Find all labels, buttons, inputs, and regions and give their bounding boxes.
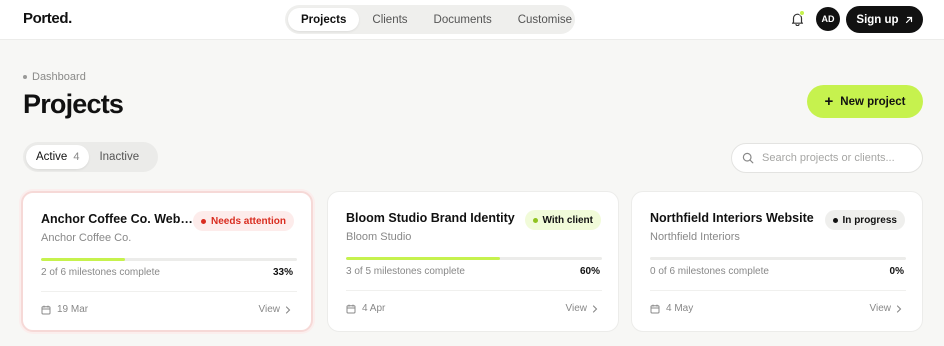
nav-tab-documents[interactable]: Documents [421, 8, 505, 31]
view-project-link[interactable]: View [870, 303, 903, 314]
project-date: 19 Mar [41, 304, 88, 315]
calendar-icon [346, 304, 356, 313]
sign-up-label: Sign up [856, 13, 899, 26]
status-badge: With client [524, 210, 601, 230]
project-card-anchor-coffee[interactable]: Anchor Coffee Co. Website Needs attentio… [21, 191, 313, 332]
progress-fill [346, 257, 500, 260]
project-date-label: 4 Apr [362, 303, 386, 314]
nav-tab-customise[interactable]: Customise [505, 8, 585, 31]
top-header: Ported. Projects Clients Documents Custo… [0, 0, 944, 40]
filter-active-count: 4 [73, 151, 80, 163]
status-dot-icon [532, 217, 538, 223]
progress-percent: 33% [272, 267, 293, 278]
calendar-icon [650, 304, 660, 313]
search-icon [742, 152, 754, 164]
project-title: Bloom Studio Brand Identity [346, 211, 515, 225]
progress-bar [41, 258, 297, 261]
filter-active-label: Active [36, 151, 68, 163]
nav-tab-clients[interactable]: Clients [359, 8, 420, 31]
chevron-right-icon [285, 305, 291, 314]
project-date-label: 19 Mar [57, 304, 89, 315]
project-title: Anchor Coffee Co. Website [41, 212, 196, 226]
nav-tab-projects[interactable]: Projects [288, 8, 360, 31]
chevron-right-icon [896, 304, 902, 313]
search-input[interactable] [762, 152, 912, 164]
plus-icon: + [824, 93, 834, 110]
breadcrumb-dot-icon [23, 75, 27, 79]
breadcrumb-label: Dashboard [32, 71, 86, 83]
status-dot-icon [200, 218, 206, 224]
project-title: Northfield Interiors Website [650, 211, 814, 225]
project-date: 4 Apr [346, 303, 385, 314]
view-label: View [869, 303, 892, 314]
logo[interactable]: Ported. [23, 10, 72, 27]
progress-bar [346, 257, 602, 260]
project-client: Anchor Coffee Co. [41, 232, 132, 244]
status-badge-label: Needs attention [210, 215, 286, 227]
status-dot-icon [832, 217, 838, 223]
status-badge-label: In progress [842, 214, 897, 226]
view-project-link[interactable]: View [566, 303, 599, 314]
page-title: Projects [23, 89, 124, 119]
progress-percent: 60% [579, 266, 600, 277]
user-avatar[interactable]: AD [816, 7, 840, 31]
new-project-button[interactable]: + New project [807, 85, 923, 118]
status-badge: Needs attention [192, 211, 294, 231]
card-divider [41, 291, 297, 292]
milestones-text: 2 of 6 milestones complete [41, 267, 160, 278]
status-badge-label: With client [542, 214, 593, 226]
view-label: View [565, 303, 588, 314]
project-card-bloom-studio[interactable]: Bloom Studio Brand Identity With client … [327, 191, 619, 332]
status-badge: In progress [824, 210, 905, 230]
filter-inactive[interactable]: Inactive [89, 145, 149, 169]
project-date-label: 4 May [666, 303, 694, 314]
breadcrumb[interactable]: Dashboard [23, 71, 86, 83]
view-project-link[interactable]: View [259, 304, 292, 315]
progress-percent: 0% [889, 266, 904, 277]
view-label: View [258, 304, 281, 315]
arrow-up-right-icon [905, 16, 912, 23]
progress-fill [41, 258, 126, 261]
milestones-text: 0 of 6 milestones complete [650, 266, 769, 277]
project-client: Bloom Studio [346, 231, 412, 243]
project-date: 4 May [650, 303, 693, 314]
calendar-icon [41, 305, 51, 314]
filter-active[interactable]: Active 4 [26, 145, 90, 169]
sign-up-button[interactable]: Sign up [846, 6, 923, 33]
project-client: Northfield Interiors [650, 231, 740, 243]
progress-bar [650, 257, 906, 260]
notification-dot [799, 10, 805, 16]
card-divider [346, 290, 602, 291]
milestones-text: 3 of 5 milestones complete [346, 266, 465, 277]
card-divider [650, 290, 906, 291]
main-nav: Projects Clients Documents Customise [285, 5, 575, 34]
status-filter-toggle: Active 4 Inactive [23, 142, 158, 172]
search-box [731, 143, 923, 173]
project-card-northfield-interiors[interactable]: Northfield Interiors Website In progress… [631, 191, 923, 332]
notifications-bell-icon[interactable] [789, 10, 805, 27]
chevron-right-icon [592, 304, 598, 313]
new-project-label: New project [840, 95, 906, 108]
